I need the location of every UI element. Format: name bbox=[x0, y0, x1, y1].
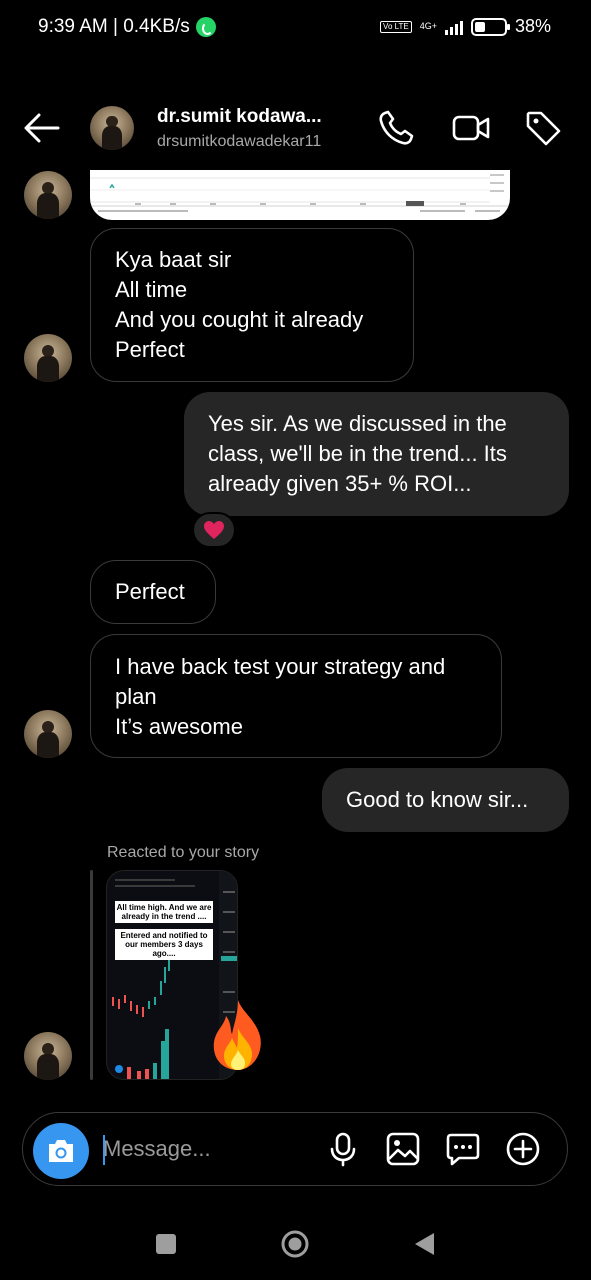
signal-icon bbox=[444, 19, 463, 35]
status-left: 9:39 AM | 0.4KB/s bbox=[38, 16, 216, 38]
message-sent[interactable]: Good to know sir... bbox=[322, 768, 569, 832]
volte-badge: Vo LTE bbox=[380, 20, 412, 33]
message-line: All time bbox=[115, 277, 188, 302]
home-button[interactable] bbox=[281, 1230, 309, 1258]
chart-image-graphic bbox=[90, 174, 510, 212]
message-line: I have back test your strategy and bbox=[115, 654, 446, 679]
sender-avatar[interactable] bbox=[24, 1032, 72, 1080]
fire-emoji bbox=[213, 1000, 261, 1070]
back-arrow-icon[interactable] bbox=[22, 110, 62, 146]
message-line: plan bbox=[115, 684, 157, 709]
message-received[interactable]: Perfect bbox=[90, 560, 216, 624]
microphone-icon[interactable] bbox=[325, 1131, 361, 1167]
heart-icon bbox=[204, 521, 224, 539]
chat-header: dr.sumit kodawa... drsumitkodawadekar11 bbox=[0, 92, 591, 164]
story-caption: All time high. And we are already in the… bbox=[115, 901, 213, 923]
message-line: Perfect bbox=[115, 579, 185, 604]
status-right: Vo LTE 4G+ 38% bbox=[380, 16, 551, 37]
message-line: Kya baat sir bbox=[115, 247, 232, 272]
phone-icon[interactable] bbox=[376, 108, 416, 148]
message-input[interactable] bbox=[103, 1131, 303, 1167]
gallery-icon[interactable] bbox=[385, 1131, 421, 1167]
story-reaction-label: Reacted to your story bbox=[107, 844, 260, 861]
shared-chart-image[interactable] bbox=[90, 170, 510, 220]
story-reply-indicator bbox=[90, 870, 93, 1080]
camera-icon bbox=[49, 1140, 73, 1162]
network-type: 4G+ bbox=[419, 21, 437, 31]
message-line: Yes sir. As we discussed in the bbox=[208, 411, 507, 436]
recent-apps-button[interactable] bbox=[156, 1234, 176, 1254]
message-line: And you cought it already bbox=[115, 307, 364, 332]
status-bar: 9:39 AM | 0.4KB/s Vo LTE 4G+ 38% bbox=[0, 0, 591, 56]
contact-username[interactable]: drsumitkodawadekar11 bbox=[157, 133, 321, 151]
message-line: already given 35+ % ROI... bbox=[208, 471, 472, 496]
message-sent[interactable]: Yes sir. As we discussed in the class, w… bbox=[184, 392, 569, 516]
tag-icon[interactable] bbox=[523, 108, 563, 148]
whatsapp-icon bbox=[195, 17, 216, 37]
battery-icon bbox=[470, 17, 510, 36]
header-avatar[interactable] bbox=[90, 106, 134, 150]
back-nav-button[interactable] bbox=[412, 1231, 436, 1257]
message-line: Perfect bbox=[115, 337, 185, 362]
message-line: It’s awesome bbox=[115, 714, 243, 739]
message-line: class, we'll be in the trend... Its bbox=[208, 441, 507, 466]
heart-reaction[interactable] bbox=[192, 512, 236, 548]
plus-icon[interactable] bbox=[505, 1131, 541, 1167]
message-composer bbox=[22, 1112, 568, 1186]
sticker-chat-icon[interactable] bbox=[445, 1131, 481, 1167]
camera-button[interactable] bbox=[33, 1123, 89, 1179]
message-received[interactable]: I have back test your strategy and plan … bbox=[90, 634, 502, 758]
message-line: Good to know sir... bbox=[346, 787, 529, 812]
status-time: 9:39 AM | 0.4KB/s bbox=[38, 16, 190, 37]
battery-level: 38% bbox=[514, 16, 551, 36]
story-caption: Entered and notified to our members 3 da… bbox=[115, 929, 213, 960]
sender-avatar[interactable] bbox=[24, 334, 72, 382]
sender-avatar[interactable] bbox=[24, 710, 72, 758]
video-camera-icon[interactable] bbox=[451, 108, 491, 148]
contact-name[interactable]: dr.sumit kodawa... bbox=[157, 106, 322, 128]
sender-avatar[interactable] bbox=[24, 171, 72, 219]
message-received[interactable]: Kya baat sir All time And you cought it … bbox=[90, 228, 414, 382]
